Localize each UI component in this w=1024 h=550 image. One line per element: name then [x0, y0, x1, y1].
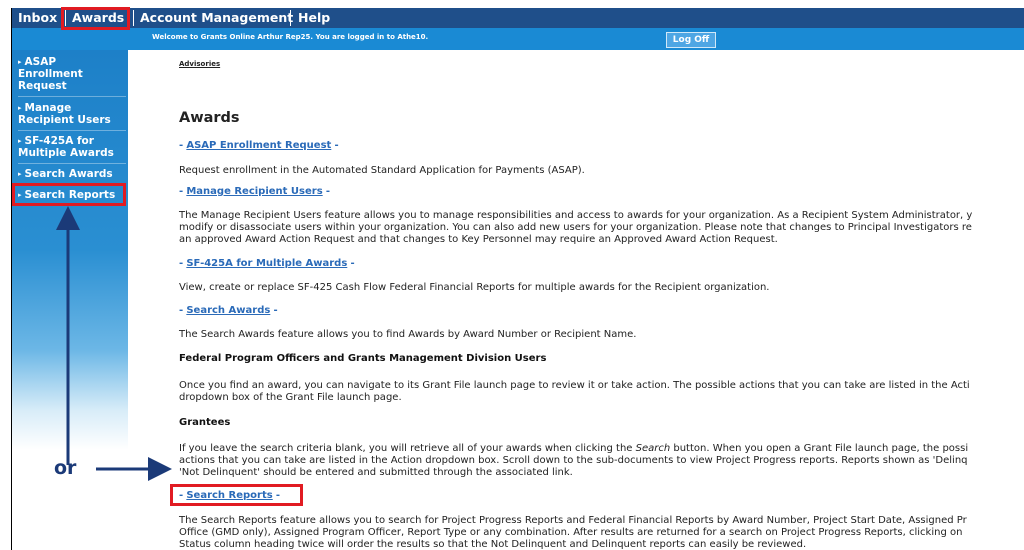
or-annotation-label: or: [54, 457, 77, 479]
annotation-arrows: [56, 206, 172, 481]
